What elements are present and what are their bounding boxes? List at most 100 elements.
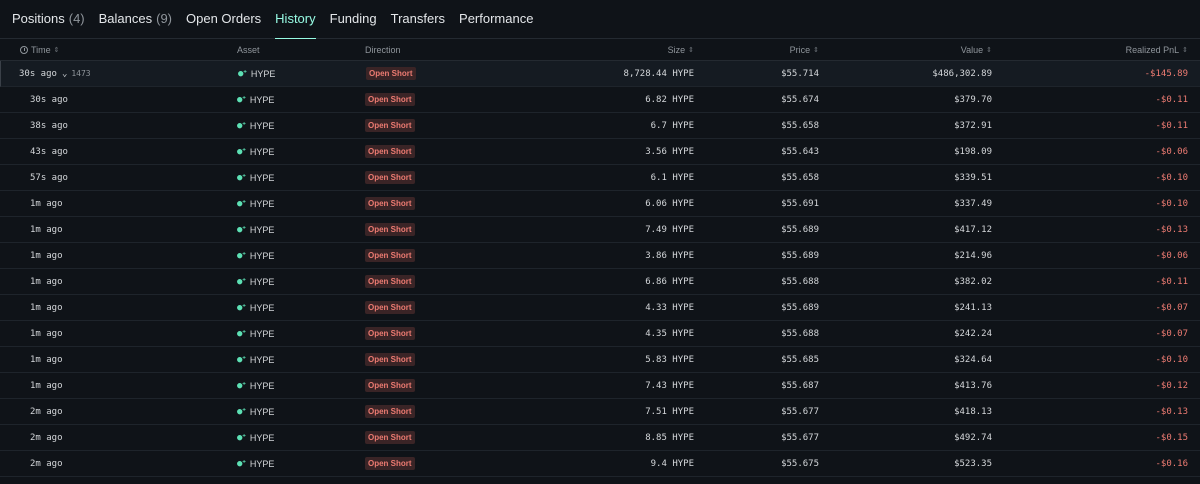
table-row[interactable]: 2m ago ●⁺ HYPE Open Short 9.4 HYPE $55.675 $52… bbox=[0, 451, 1200, 477]
direction-cell: Open Short bbox=[365, 269, 415, 294]
tab-funding[interactable]: Funding bbox=[330, 0, 377, 38]
asset-cell: ●⁺ HYPE bbox=[237, 380, 275, 391]
value-cell: $241.13 bbox=[954, 302, 992, 313]
value-cell: $339.51 bbox=[954, 172, 992, 183]
asset-cell: ●⁺ HYPE bbox=[237, 432, 275, 443]
clock-icon bbox=[20, 45, 28, 54]
direction-cell: Open Short bbox=[365, 165, 415, 190]
direction-badge: Open Short bbox=[365, 405, 415, 418]
table-row[interactable]: 1m ago ●⁺ HYPE Open Short 4.35 HYPE $55.688 $2… bbox=[0, 321, 1200, 347]
asset-cell: ●⁺ HYPE bbox=[237, 120, 275, 131]
direction-badge: Open Short bbox=[365, 119, 415, 132]
tab-transfers[interactable]: Transfers bbox=[391, 0, 445, 38]
tab-performance[interactable]: Performance bbox=[459, 0, 533, 38]
tab-history[interactable]: History bbox=[275, 0, 317, 39]
direction-cell: Open Short bbox=[365, 373, 415, 398]
table-row[interactable]: 30s ago ●⁺ HYPE Open Short 6.82 HYPE $55.674 $… bbox=[0, 87, 1200, 113]
hype-logo-icon: ●⁺ bbox=[237, 172, 247, 183]
table-row[interactable]: 2m ago ●⁺ HYPE Open Short 7.51 HYPE $55.677 $4… bbox=[0, 399, 1200, 425]
price-cell: $55.688 bbox=[781, 276, 819, 287]
direction-cell: Open Short bbox=[365, 191, 415, 216]
chevron-down-icon[interactable]: ⌄ bbox=[62, 69, 67, 79]
table-row[interactable]: 1m ago ●⁺ HYPE Open Short 3.86 HYPE $55.689 $2… bbox=[0, 243, 1200, 269]
value-cell: $418.13 bbox=[954, 406, 992, 417]
time-cell: 1m ago bbox=[30, 302, 63, 313]
direction-cell: Open Short bbox=[365, 217, 415, 242]
time-cell: 1m ago bbox=[30, 250, 63, 261]
hype-logo-icon: ●⁺ bbox=[237, 406, 247, 417]
direction-cell: Open Short bbox=[366, 61, 416, 86]
direction-badge: Open Short bbox=[365, 249, 415, 262]
price-cell: $55.688 bbox=[781, 328, 819, 339]
tab-bar: Positions (4) Balances (9) Open Orders His… bbox=[0, 0, 1200, 39]
pnl-cell: -$0.13 bbox=[1155, 406, 1188, 417]
table-row-group[interactable]: 30s ago ⌄ 1473 ●⁺ HYPE Open Short 8,728.44 … bbox=[0, 61, 1200, 87]
direction-cell: Open Short bbox=[365, 243, 415, 268]
value-cell: $486,302.89 bbox=[932, 68, 992, 79]
asset-cell: ●⁺ HYPE bbox=[237, 250, 275, 261]
column-header-asset: Asset bbox=[237, 44, 260, 55]
table-row[interactable]: 2m ago ●⁺ HYPE Open Short 8.85 HYPE $55.677 $4… bbox=[0, 425, 1200, 451]
table-row[interactable]: 1m ago ●⁺ HYPE Open Short 4.33 HYPE $55.689 $2… bbox=[0, 295, 1200, 321]
direction-badge: Open Short bbox=[365, 457, 415, 470]
sort-icon: ⇕ bbox=[688, 46, 694, 54]
hype-logo-icon: ●⁺ bbox=[237, 250, 247, 261]
value-cell: $379.70 bbox=[954, 94, 992, 105]
time-cell: 30s ago ⌄ 1473 bbox=[19, 68, 91, 79]
value-cell: $337.49 bbox=[954, 198, 992, 209]
value-cell: $413.76 bbox=[954, 380, 992, 391]
table-row[interactable]: 57s ago ●⁺ HYPE Open Short 6.1 HYPE $55.658 $3… bbox=[0, 165, 1200, 191]
price-cell: $55.691 bbox=[781, 198, 819, 209]
column-header-realized-pnl[interactable]: Realized PnL ⇕ bbox=[1126, 39, 1188, 60]
pnl-cell: -$0.06 bbox=[1155, 146, 1188, 157]
pnl-cell: -$0.11 bbox=[1155, 120, 1188, 131]
hype-logo-icon: ●⁺ bbox=[237, 120, 247, 131]
hype-logo-icon: ●⁺ bbox=[237, 146, 247, 157]
column-header-value[interactable]: Value ⇕ bbox=[961, 39, 992, 60]
price-cell: $55.677 bbox=[781, 406, 819, 417]
hype-logo-icon: ●⁺ bbox=[237, 302, 247, 313]
value-cell: $242.24 bbox=[954, 328, 992, 339]
pnl-cell: -$0.15 bbox=[1155, 432, 1188, 443]
direction-badge: Open Short bbox=[365, 197, 415, 210]
direction-cell: Open Short bbox=[365, 399, 415, 424]
sort-icon: ⇕ bbox=[53, 46, 60, 54]
size-cell: 4.33 HYPE bbox=[645, 302, 694, 313]
time-cell: 38s ago bbox=[30, 120, 68, 131]
tab-balances[interactable]: Balances (9) bbox=[99, 0, 172, 38]
table-row[interactable]: 1m ago ●⁺ HYPE Open Short 5.83 HYPE $55.685 $3… bbox=[0, 347, 1200, 373]
table-row[interactable]: 1m ago ●⁺ HYPE Open Short 6.86 HYPE $55.688 $3… bbox=[0, 269, 1200, 295]
size-cell: 6.06 HYPE bbox=[645, 198, 694, 209]
price-cell: $55.658 bbox=[781, 172, 819, 183]
pnl-cell: -$0.13 bbox=[1155, 224, 1188, 235]
size-cell: 8.85 HYPE bbox=[645, 432, 694, 443]
pnl-cell: -$0.11 bbox=[1155, 276, 1188, 287]
asset-cell: ●⁺ HYPE bbox=[237, 94, 275, 105]
direction-cell: Open Short bbox=[365, 451, 415, 476]
asset-cell: ●⁺ HYPE bbox=[238, 68, 276, 79]
tab-positions[interactable]: Positions (4) bbox=[12, 0, 85, 38]
table-row[interactable]: 43s ago ●⁺ HYPE Open Short 3.56 HYPE $55.643 $… bbox=[0, 139, 1200, 165]
direction-cell: Open Short bbox=[365, 113, 415, 138]
direction-badge: Open Short bbox=[365, 327, 415, 340]
pnl-cell: -$0.10 bbox=[1155, 354, 1188, 365]
column-header-time[interactable]: Time ⇕ bbox=[20, 39, 60, 60]
hype-logo-icon: ●⁺ bbox=[237, 276, 247, 287]
table-row[interactable]: 1m ago ●⁺ HYPE Open Short 7.49 HYPE $55.689 $4… bbox=[0, 217, 1200, 243]
table-row[interactable]: 1m ago ●⁺ HYPE Open Short 6.06 HYPE $55.691 $3… bbox=[0, 191, 1200, 217]
value-cell: $523.35 bbox=[954, 458, 992, 469]
tab-open-orders[interactable]: Open Orders bbox=[186, 0, 261, 38]
hype-logo-icon: ●⁺ bbox=[237, 354, 247, 365]
size-cell: 7.51 HYPE bbox=[645, 406, 694, 417]
pnl-cell: -$0.07 bbox=[1155, 328, 1188, 339]
asset-cell: ●⁺ HYPE bbox=[237, 146, 275, 157]
column-header-size[interactable]: Size ⇕ bbox=[668, 39, 694, 60]
asset-cell: ●⁺ HYPE bbox=[237, 198, 275, 209]
table-row[interactable]: 38s ago ●⁺ HYPE Open Short 6.7 HYPE $55.658 $3… bbox=[0, 113, 1200, 139]
table-row[interactable]: 1m ago ●⁺ HYPE Open Short 7.43 HYPE $55.687 $4… bbox=[0, 373, 1200, 399]
time-cell: 2m ago bbox=[30, 432, 63, 443]
hype-logo-icon: ●⁺ bbox=[237, 224, 247, 235]
column-header-price[interactable]: Price ⇕ bbox=[790, 39, 819, 60]
value-cell: $372.91 bbox=[954, 120, 992, 131]
asset-cell: ●⁺ HYPE bbox=[237, 354, 275, 365]
